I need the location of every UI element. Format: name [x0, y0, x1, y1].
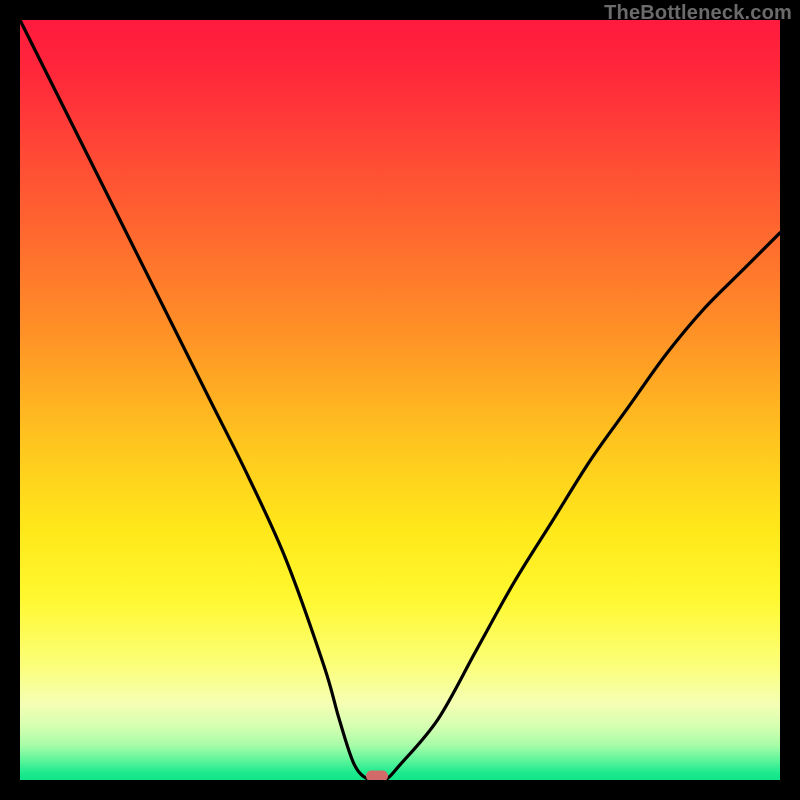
chart-canvas: TheBottleneck.com [0, 0, 800, 800]
plot-area [20, 20, 780, 780]
watermark-text: TheBottleneck.com [604, 2, 792, 25]
bottleneck-curve [20, 20, 780, 780]
optimal-point-marker [366, 771, 388, 780]
